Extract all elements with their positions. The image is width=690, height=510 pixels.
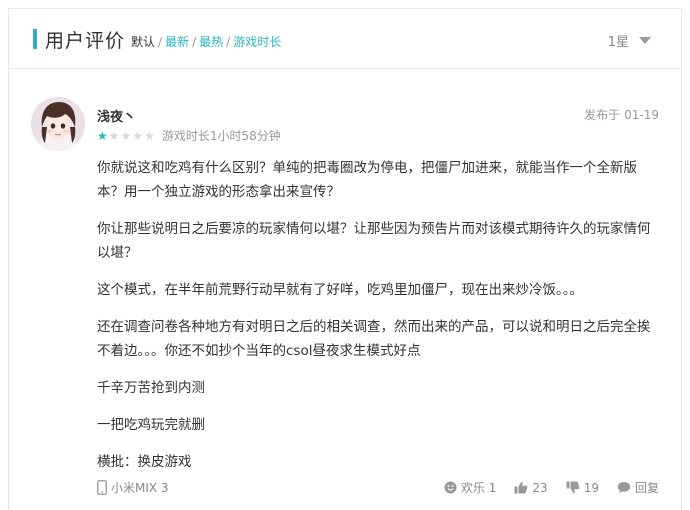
dislike-button[interactable]: 19	[566, 481, 599, 495]
review-paragraph: 还在调查问卷各种地方有对明日之后的相关调查，然而出来的产品，可以说和明日之后完全…	[97, 319, 651, 359]
sort-hottest-link[interactable]: 最热	[199, 35, 223, 49]
dislike-count: 19	[583, 480, 599, 495]
comment-icon	[617, 482, 631, 494]
reviews-panel: 用户评价 默认 / 最新 / 最热 / 游戏时长 1星 浅夜丶 发布于 01-1…	[8, 8, 682, 510]
star-empty-icon: ★	[120, 128, 132, 143]
device-name: 小米MIX 3	[111, 481, 169, 495]
star-filter-dropdown[interactable]: 1星	[608, 31, 651, 50]
section-title: 用户评价	[45, 30, 126, 52]
like-count: 23	[532, 480, 548, 495]
star-filter-value: 1星	[607, 35, 629, 50]
review-date: 发布于 01-19	[584, 106, 659, 123]
star-filled-icon: ★	[97, 128, 108, 143]
like-button[interactable]: 23	[514, 480, 548, 495]
sort-playtime-link[interactable]: 游戏时长	[233, 35, 281, 49]
happy-count: 1	[488, 480, 497, 495]
sort-separator: /	[226, 35, 231, 49]
star-empty-icon: ★	[144, 128, 155, 143]
review-paragraph: 这个模式，在半年前荒野行动早就有了好咩，吃鸡里加僵尸，现在出来炒冷饭。。。	[97, 282, 583, 298]
user-avatar[interactable]	[31, 97, 85, 151]
review-rating: ★ ★ ★ ★ ★ 游戏时长1小时58分钟	[97, 127, 281, 144]
review-footer: 小米MIX 3 欢乐 1 23 19 回复	[97, 479, 659, 499]
review-date-label: 发布于	[584, 108, 621, 122]
thumbs-down-icon	[566, 481, 580, 494]
thumbs-up-icon	[514, 481, 528, 494]
review-body: 你就说这和吃鸡有什么区别？单纯的把毒圈改为停电，把僵尸加进来，就能当作一个全新版…	[97, 156, 661, 487]
chevron-down-icon	[639, 37, 651, 44]
happy-button[interactable]: 欢乐 1	[444, 479, 496, 496]
title-accent-bar	[33, 29, 37, 49]
star-empty-icon: ★	[132, 128, 144, 143]
smiley-icon	[444, 481, 457, 494]
review-paragraph: 你就说这和吃鸡有什么区别？单纯的把毒圈改为停电，把僵尸加进来，就能当作一个全新版…	[97, 160, 637, 200]
review-playtime: 游戏时长1小时58分钟	[161, 129, 281, 143]
review-device: 小米MIX 3	[97, 479, 169, 496]
sort-options: 默认 / 最新 / 最热 / 游戏时长	[131, 33, 281, 50]
review-paragraph: 横批：换皮游戏	[97, 454, 192, 470]
sort-default-link[interactable]: 默认	[131, 35, 155, 49]
reply-label: 回复	[634, 481, 659, 495]
sort-newest-link[interactable]: 最新	[165, 35, 189, 49]
review-paragraph: 一把吃鸡玩完就删	[97, 417, 205, 433]
reply-button[interactable]: 回复	[617, 479, 659, 496]
review-paragraph: 你让那些说明日之后要凉的玩家情何以堪？让那些因为预告片而对该模式期待许久的玩家情…	[97, 221, 651, 261]
review-date-value: 01-19	[624, 108, 659, 122]
review-username[interactable]: 浅夜丶	[97, 106, 136, 125]
sort-separator: /	[192, 35, 197, 49]
happy-label: 欢乐	[460, 481, 485, 495]
phone-icon	[97, 480, 107, 495]
avatar-image	[31, 97, 85, 151]
star-empty-icon: ★	[108, 128, 120, 143]
review-actions: 欢乐 1 23 19 回复	[426, 479, 659, 496]
reviews-header: 用户评价 默认 / 最新 / 最热 / 游戏时长 1星	[9, 9, 681, 69]
review-paragraph: 千辛万苦抢到内测	[97, 380, 205, 396]
sort-separator: /	[158, 35, 163, 49]
